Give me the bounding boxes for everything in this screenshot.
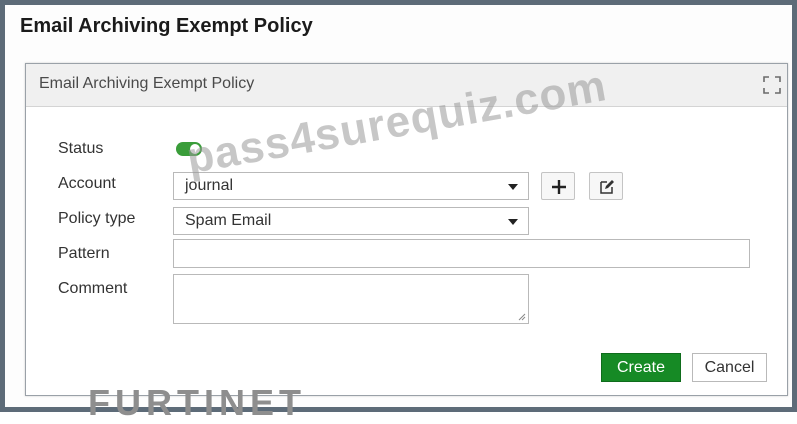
status-label: Status <box>58 140 104 157</box>
dialog-title: Email Archiving Exempt Policy <box>39 75 255 92</box>
edit-account-button[interactable] <box>589 172 623 200</box>
chevron-down-icon <box>508 184 518 190</box>
resize-grip-icon[interactable] <box>518 313 526 321</box>
fortinet-logo: FURTINET <box>88 382 306 423</box>
pattern-input[interactable] <box>173 239 750 268</box>
create-button[interactable]: Create <box>601 353 681 382</box>
chevron-down-icon <box>508 219 518 225</box>
policy-type-label: Policy type <box>58 210 136 227</box>
cancel-button[interactable]: Cancel <box>692 353 767 382</box>
plus-icon <box>552 180 566 194</box>
policy-type-value: Spam Email <box>185 212 272 229</box>
comment-label: Comment <box>58 280 128 297</box>
account-label: Account <box>58 175 116 192</box>
expand-icon[interactable] <box>763 76 781 94</box>
add-account-button[interactable] <box>541 172 575 200</box>
page-title: Email Archiving Exempt Policy <box>20 15 313 37</box>
policy-type-select[interactable]: Spam Email <box>173 207 529 235</box>
comment-textarea[interactable] <box>173 274 529 324</box>
pattern-label: Pattern <box>58 245 110 262</box>
edit-icon <box>600 180 614 194</box>
